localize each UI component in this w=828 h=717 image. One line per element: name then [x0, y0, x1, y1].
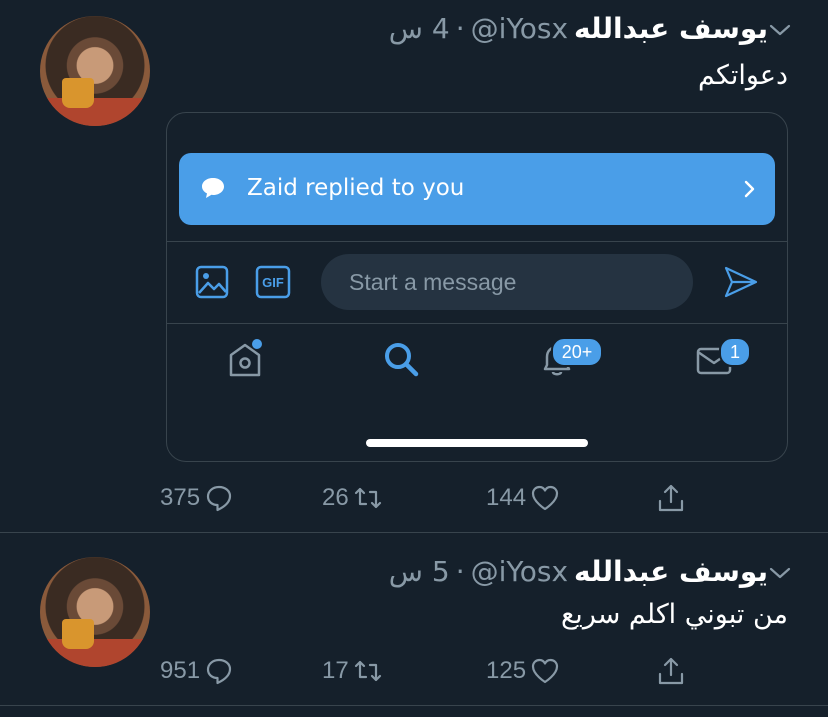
avatar-mug — [62, 78, 94, 108]
tweet-actions: 951 17 125 — [0, 651, 828, 691]
like-button[interactable]: 144 — [486, 478, 560, 518]
tweet-time[interactable]: 4 س — [389, 12, 450, 45]
home-indicator-bar — [366, 439, 588, 447]
retweet-icon — [354, 487, 381, 509]
separator-dot: · — [455, 11, 465, 45]
avatar[interactable] — [40, 16, 150, 126]
home-indicator-dot — [252, 339, 262, 349]
retweet-button[interactable]: 26 — [322, 478, 383, 518]
heart-icon — [531, 658, 559, 684]
tweet-header: يوسف عبدالله @iYosx · 4 س — [389, 10, 768, 46]
tweet[interactable]: يوسف عبدالله @iYosx · 4 س دعواتكم Zaid r… — [0, 0, 828, 533]
tweet-header: يوسف عبدالله @iYosx · 5 س — [389, 553, 768, 589]
heart-icon — [531, 485, 559, 511]
reply-count: 951 — [160, 657, 201, 684]
tweet-text: من تبوني اكلم سريع — [560, 599, 788, 630]
share-button[interactable] — [656, 651, 686, 691]
banner-text: Zaid replied to you — [247, 175, 465, 201]
share-icon — [658, 484, 684, 512]
display-name[interactable]: يوسف عبدالله — [574, 555, 768, 588]
avatar-mug — [62, 619, 94, 649]
tweet-actions: 375 26 144 — [0, 478, 828, 518]
gif-icon[interactable]: GIF — [255, 265, 291, 299]
reply-icon — [206, 658, 232, 685]
tweet-text: دعواتكم — [698, 60, 788, 91]
divider — [167, 241, 787, 242]
reply-count: 375 — [160, 484, 201, 511]
chevron-down-icon[interactable] — [768, 18, 792, 42]
messages-badge: 1 — [719, 337, 751, 367]
retweet-icon — [354, 660, 381, 682]
message-input[interactable] — [321, 254, 693, 310]
retweet-count: 17 — [322, 657, 349, 684]
tweet[interactable]: يوسف عبدالله @iYosx · 5 س من تبوني اكلم … — [0, 533, 828, 706]
chevron-down-icon[interactable] — [768, 561, 792, 585]
reply-notification-banner[interactable]: Zaid replied to you — [179, 153, 775, 225]
speech-bubble-icon — [202, 178, 224, 198]
retweet-count: 26 — [322, 484, 349, 511]
separator-dot: · — [455, 554, 465, 588]
search-icon[interactable] — [379, 337, 423, 381]
user-handle[interactable]: @iYosx — [471, 555, 568, 588]
send-icon[interactable] — [723, 265, 759, 299]
chevron-right-icon — [744, 180, 755, 198]
embedded-screenshot[interactable]: Zaid replied to you GIF Start a message … — [166, 112, 788, 462]
reply-button[interactable]: 375 — [160, 478, 234, 518]
like-count: 125 — [486, 657, 527, 684]
share-icon — [658, 657, 684, 685]
like-button[interactable]: 125 — [486, 651, 560, 691]
gif-label: GIF — [262, 275, 284, 290]
divider — [167, 323, 787, 324]
retweet-button[interactable]: 17 — [322, 651, 383, 691]
reply-icon — [206, 485, 232, 512]
share-button[interactable] — [656, 478, 686, 518]
display-name[interactable]: يوسف عبدالله — [574, 12, 768, 45]
avatar-shirt — [40, 98, 150, 126]
notifications-badge: 20+ — [551, 337, 603, 367]
reply-button[interactable]: 951 — [160, 651, 234, 691]
photo-icon[interactable] — [195, 265, 229, 299]
like-count: 144 — [486, 484, 527, 511]
tweet-time[interactable]: 5 س — [389, 555, 450, 588]
user-handle[interactable]: @iYosx — [471, 12, 568, 45]
